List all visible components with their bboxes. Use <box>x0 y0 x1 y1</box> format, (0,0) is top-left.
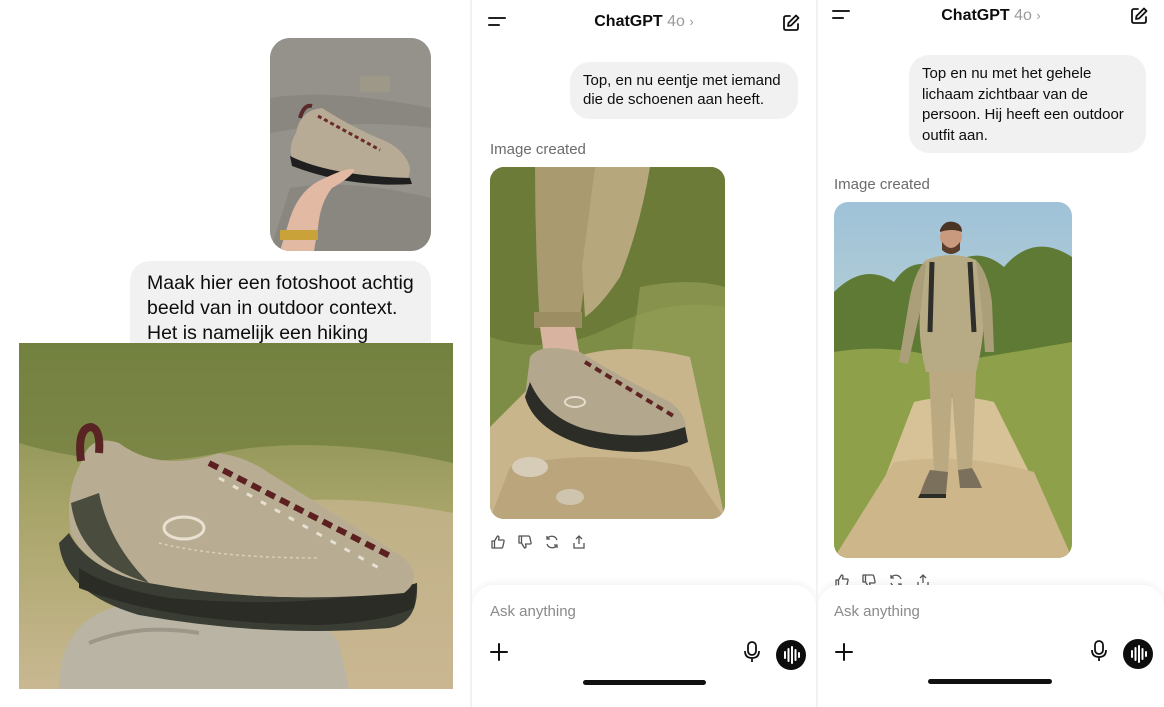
chevron-right-icon: › <box>1036 8 1041 23</box>
user-message-text: Top, en nu eentje met iemand die de scho… <box>583 72 781 108</box>
generated-shoe-photo[interactable] <box>19 343 453 689</box>
chat-panel-shoes-worn: ChatGPT 4o › Top, en nu eentje met ieman… <box>472 0 816 707</box>
voice-mode-button[interactable] <box>1123 639 1153 669</box>
chat-panel-full-body: ChatGPT 4o › Top en nu met het gehele li… <box>818 0 1164 707</box>
chat-header: ChatGPT 4o › <box>818 0 1164 36</box>
uploaded-photo[interactable] <box>270 38 431 251</box>
message-input[interactable]: Ask anything <box>490 603 576 620</box>
generated-image[interactable] <box>490 167 725 519</box>
share-icon[interactable] <box>571 534 587 550</box>
generated-image[interactable] <box>834 202 1072 558</box>
composer: Ask anything <box>472 585 816 707</box>
mic-icon[interactable] <box>743 641 761 663</box>
voice-mode-button[interactable] <box>776 640 806 670</box>
voice-mode-icon <box>784 646 800 664</box>
voice-mode-icon <box>1131 645 1147 663</box>
mic-icon[interactable] <box>1090 640 1108 662</box>
model-name: 4o <box>667 13 685 30</box>
model-selector[interactable]: ChatGPT 4o › <box>472 0 816 44</box>
user-message-bubble: Top en nu met het gehele lichaam zichtba… <box>909 55 1146 153</box>
edit-icon[interactable] <box>1129 6 1149 26</box>
app-title: ChatGPT <box>594 13 663 30</box>
image-created-label: Image created <box>490 141 586 158</box>
image-created-label: Image created <box>834 176 930 193</box>
message-input[interactable]: Ask anything <box>834 603 920 620</box>
model-name: 4o <box>1014 7 1032 24</box>
user-message-text: Maak hier een fotoshoot achtig beeld van… <box>147 272 414 344</box>
edit-icon[interactable] <box>781 13 801 33</box>
chevron-right-icon: › <box>689 14 694 29</box>
app-title: ChatGPT <box>941 7 1010 24</box>
user-message-bubble: Top, en nu eentje met iemand die de scho… <box>570 62 798 119</box>
plus-icon[interactable] <box>833 641 855 663</box>
composer: Ask anything <box>818 585 1164 707</box>
model-selector[interactable]: ChatGPT 4o › <box>818 0 1164 32</box>
user-message-text: Top en nu met het gehele lichaam zichtba… <box>922 65 1124 144</box>
chat-panel-upload: Maak hier een fotoshoot achtig beeld van… <box>0 0 470 707</box>
regenerate-icon[interactable] <box>544 534 560 550</box>
plus-icon[interactable] <box>488 641 510 663</box>
home-indicator <box>928 679 1052 684</box>
thumbs-down-icon[interactable] <box>517 534 533 550</box>
message-actions <box>490 534 587 552</box>
chat-header: ChatGPT 4o › <box>472 0 816 44</box>
thumbs-up-icon[interactable] <box>490 534 506 550</box>
home-indicator <box>583 680 706 685</box>
